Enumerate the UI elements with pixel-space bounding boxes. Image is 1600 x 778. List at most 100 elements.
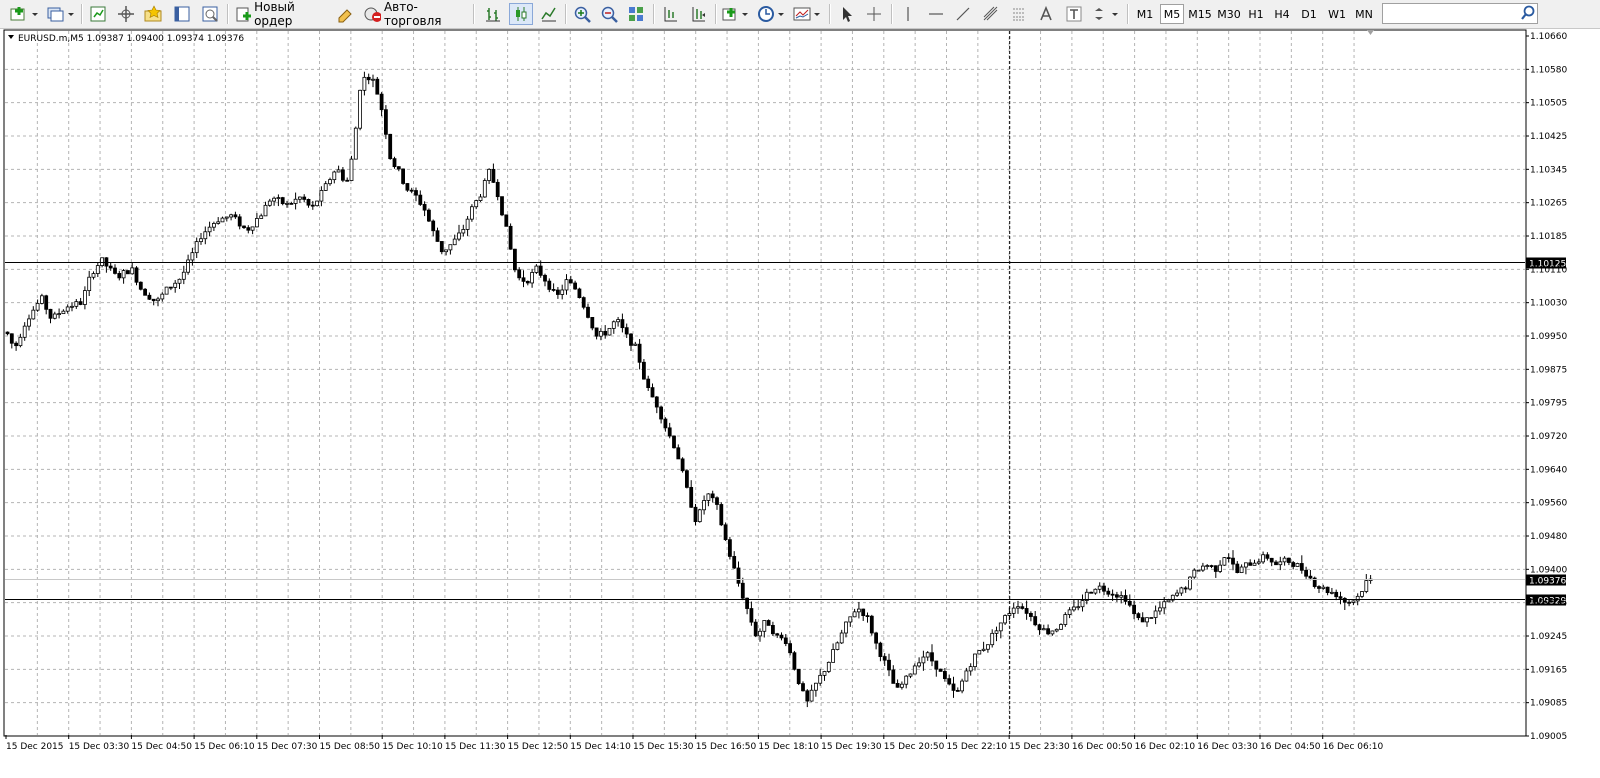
x-tick-label: 15 Dec 22:10 <box>947 742 1008 752</box>
x-tick-label: 15 Dec 2015 <box>6 742 64 752</box>
candle <box>383 105 388 140</box>
zoom-in-button[interactable] <box>570 3 594 25</box>
vertical-line-icon <box>907 7 909 21</box>
bar-chart-button[interactable] <box>481 3 505 25</box>
search-input[interactable] <box>1382 3 1538 24</box>
arrows-tool-button[interactable] <box>1090 3 1122 25</box>
tile-windows-button[interactable] <box>624 3 648 25</box>
strategy-tester-button[interactable] <box>198 3 222 25</box>
crosshair-move-icon <box>118 6 134 22</box>
candle <box>590 317 595 331</box>
y-tick-label: 1.09560 <box>1530 499 1567 509</box>
profiles-icon <box>47 7 74 22</box>
horizontal-line-tool-button[interactable] <box>924 3 948 25</box>
text-label-tool-button[interactable] <box>1062 3 1086 25</box>
timeframe-m1[interactable]: M1 <box>1133 4 1157 24</box>
candle <box>672 435 676 449</box>
line-chart-icon <box>541 7 556 22</box>
candle <box>685 469 689 489</box>
candle <box>723 522 728 541</box>
candle <box>728 536 732 560</box>
cursor-tool-button[interactable] <box>835 3 859 25</box>
periods-button[interactable] <box>756 3 788 25</box>
candle <box>869 614 874 636</box>
zoom-out-button[interactable] <box>597 3 621 25</box>
auto-scroll-button[interactable] <box>686 3 710 25</box>
y-tick-label: 1.09005 <box>1530 732 1567 742</box>
candle <box>353 126 358 160</box>
market-watch-icon <box>90 6 106 22</box>
candle <box>1059 623 1063 630</box>
chart-canvas[interactable]: 1.101251.093291.09376 1.106601.105801.10… <box>0 29 1600 774</box>
y-tick-label: 1.09950 <box>1530 332 1567 342</box>
terminal-button[interactable] <box>170 3 194 25</box>
y-tick-label: 1.09400 <box>1530 565 1567 575</box>
candlestick-chart-button[interactable] <box>509 3 533 25</box>
channel-icon <box>983 6 998 21</box>
timeframe-m15[interactable]: M15 <box>1187 4 1213 24</box>
y-tick-label: 1.09085 <box>1530 699 1567 709</box>
fibonacci-tool-button[interactable] <box>1007 3 1031 25</box>
indicators-button[interactable] <box>720 3 752 25</box>
candle <box>315 200 320 207</box>
horizontal-line-icon <box>929 13 943 15</box>
templates-button[interactable] <box>792 3 824 25</box>
x-tick-label: 16 Dec 04:50 <box>1260 742 1321 752</box>
data-window-button[interactable] <box>114 3 138 25</box>
y-tick-label: 1.09325 <box>1530 599 1567 609</box>
x-tick-label: 15 Dec 16:50 <box>696 742 757 752</box>
vertical-line-tool-button[interactable] <box>896 3 920 25</box>
zoom-in-icon <box>574 6 591 23</box>
market-watch-button[interactable] <box>86 3 110 25</box>
candle <box>469 204 474 222</box>
indicators-icon <box>722 8 748 21</box>
y-tick-label: 1.10425 <box>1530 132 1567 142</box>
cursor-arrow-icon <box>843 7 852 22</box>
profiles-button[interactable] <box>44 3 76 25</box>
candle <box>577 287 582 299</box>
candle <box>134 266 139 286</box>
candle <box>401 168 406 185</box>
candle <box>581 296 586 310</box>
line-chart-button[interactable] <box>537 3 561 25</box>
new-chart-button[interactable] <box>8 3 40 25</box>
y-tick-label: 1.10345 <box>1530 165 1567 175</box>
timeframe-d1[interactable]: D1 <box>1298 4 1320 24</box>
crosshair-tool-button[interactable] <box>862 3 886 25</box>
candle <box>960 678 964 694</box>
y-tick-label: 1.10110 <box>1530 265 1567 275</box>
zoom-out-icon <box>601 6 618 23</box>
metaeditor-button[interactable] <box>333 3 357 25</box>
candle <box>796 668 801 686</box>
new-order-button[interactable]: Новый ордер <box>233 0 328 28</box>
timeframe-w1[interactable]: W1 <box>1326 4 1348 24</box>
y-tick-label: 1.10185 <box>1530 232 1567 242</box>
price-chart[interactable]: 1.10125 1.09329 1.09376 1.10660 1.10580 1.10… <box>0 29 1600 774</box>
candle <box>826 661 831 674</box>
text-tool-button[interactable] <box>1034 3 1058 25</box>
y-tick-label: 1.09875 <box>1530 365 1567 375</box>
navigator-star-icon <box>144 5 162 22</box>
candle <box>1312 576 1317 589</box>
timeframe-mn[interactable]: MN <box>1352 4 1376 24</box>
auto-trading-button[interactable]: Авто-торговля <box>361 0 466 28</box>
timeframe-m30[interactable]: M30 <box>1216 4 1242 24</box>
candle <box>766 619 771 626</box>
x-tick-label: 15 Dec 10:10 <box>382 742 443 752</box>
chart-shift-button[interactable] <box>658 3 682 25</box>
y-tick-label: 1.10265 <box>1530 199 1567 209</box>
search-button[interactable] <box>1519 4 1537 22</box>
equidistant-channel-tool-button[interactable] <box>979 3 1003 25</box>
x-tick-label: 15 Dec 04:50 <box>131 742 192 752</box>
trendline-tool-button[interactable] <box>951 3 975 25</box>
timeframe-h1[interactable]: H1 <box>1245 4 1267 24</box>
x-tick-label: 15 Dec 18:10 <box>758 742 819 752</box>
timeframe-m5[interactable]: M5 <box>1160 4 1184 24</box>
candle <box>143 287 148 296</box>
navigator-button[interactable] <box>142 3 166 25</box>
main-toolbar: Новый ордер Авто-торговля M1 M5 M15 M30 … <box>0 0 1600 29</box>
candle <box>1295 562 1300 567</box>
timeframe-h4[interactable]: H4 <box>1271 4 1293 24</box>
candle <box>40 293 44 305</box>
candle <box>1196 569 1201 572</box>
